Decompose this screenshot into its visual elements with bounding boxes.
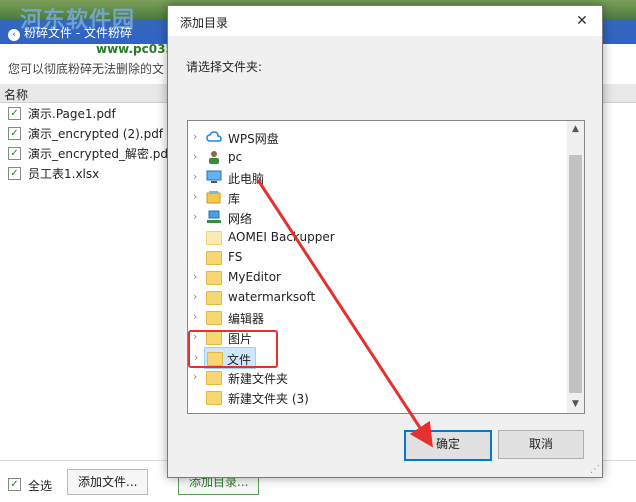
annotation-arrow — [256, 179, 433, 448]
